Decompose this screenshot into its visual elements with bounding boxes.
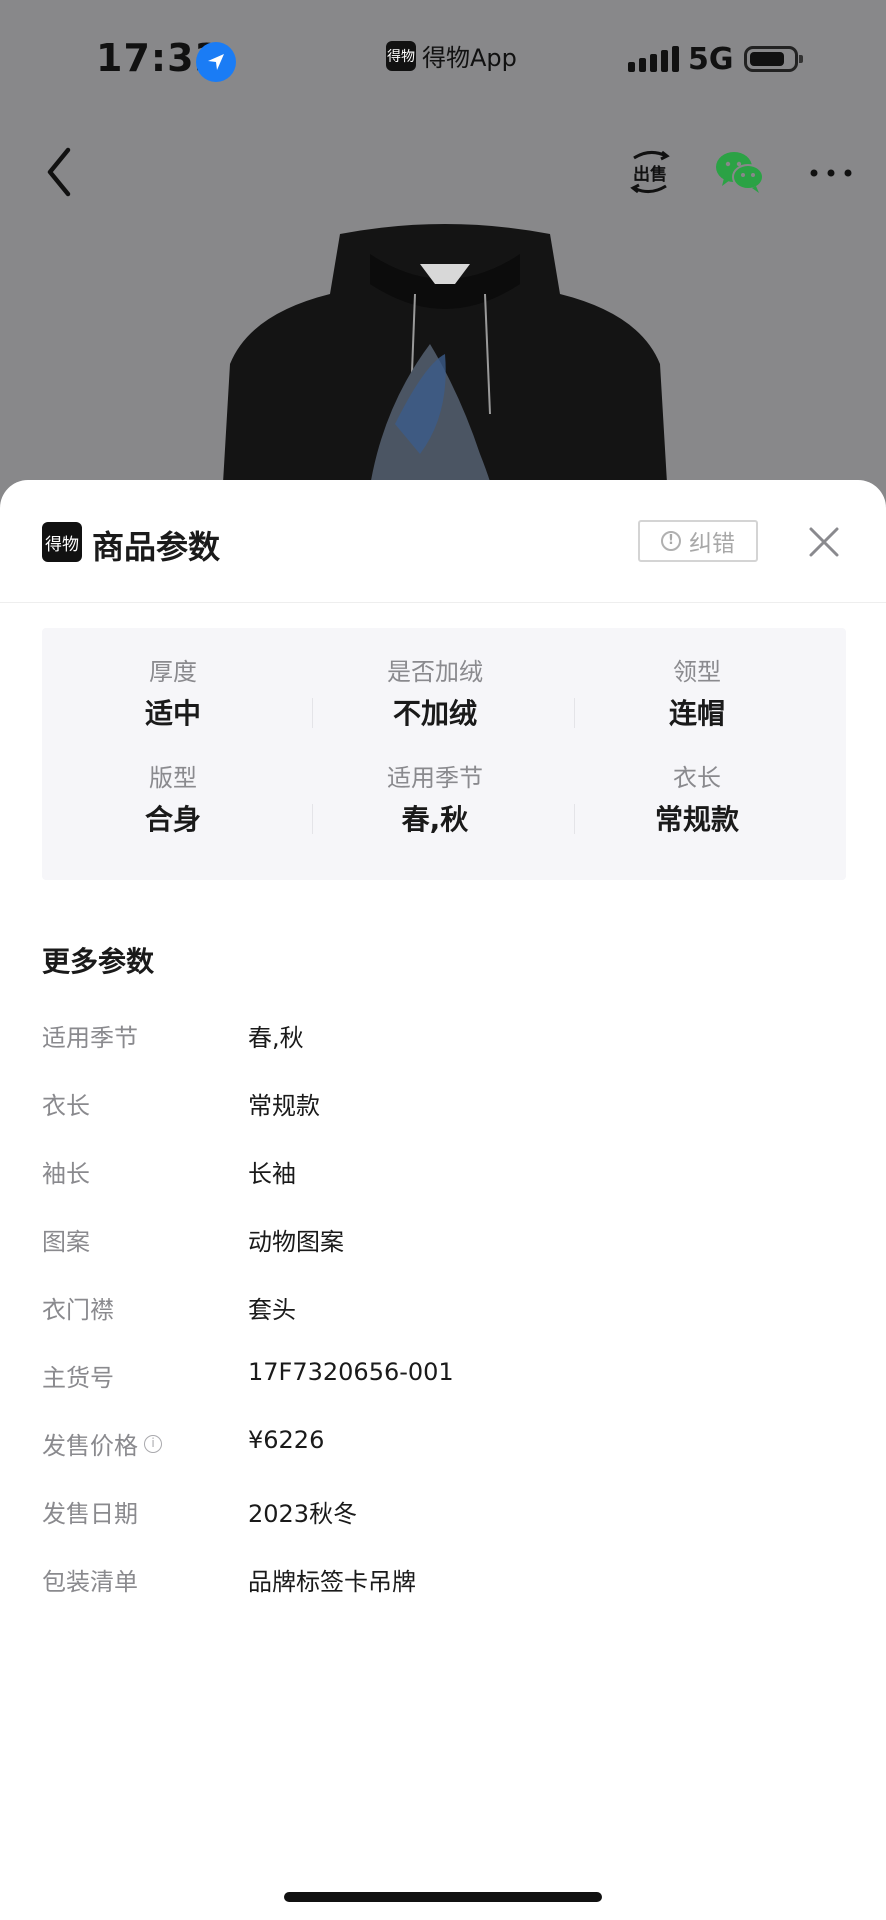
- param-row: 衣长 常规款: [42, 1086, 846, 1126]
- app-logo: 得物: [386, 40, 416, 71]
- key-params-grid: 厚度 适中 是否加绒 不加绒 领型 连帽 版型 合身 适用季节 春,秋 衣长 常…: [42, 628, 846, 880]
- param-label: 厚度: [149, 658, 197, 686]
- param-row: 袖长 长袖: [42, 1154, 846, 1194]
- dewu-logo: 得物: [42, 522, 82, 562]
- wechat-icon[interactable]: [714, 148, 766, 196]
- param-value: 合身: [144, 803, 201, 836]
- location-arrow-icon: [196, 42, 236, 82]
- param-cell: 领型 连帽: [566, 656, 828, 734]
- divider: [574, 804, 575, 834]
- param-row-value: 春,秋: [248, 1024, 304, 1052]
- param-label: 版型: [149, 764, 197, 792]
- param-row-value: 2023秋冬: [248, 1500, 358, 1528]
- product-image-hoodie[interactable]: [220, 224, 670, 520]
- param-label: 衣长: [673, 764, 721, 792]
- param-label: 领型: [673, 658, 721, 686]
- more-params-title: 更多参数: [42, 945, 155, 978]
- sheet-title: 商品参数: [92, 528, 221, 566]
- param-label: 是否加绒: [387, 658, 483, 686]
- param-key: 包装清单: [42, 1568, 138, 1596]
- report-error-button[interactable]: ! 纠错: [638, 520, 758, 562]
- more-icon[interactable]: [808, 158, 854, 188]
- param-row: 衣门襟 套头: [42, 1290, 846, 1330]
- param-cell: 厚度 适中: [42, 656, 304, 734]
- home-indicator[interactable]: [284, 1892, 602, 1902]
- param-row: 发售日期 2023秋冬: [42, 1494, 846, 1534]
- param-key-label: 发售价格: [42, 1432, 138, 1460]
- param-key: 主货号: [42, 1364, 114, 1392]
- param-key: 衣长: [42, 1092, 90, 1120]
- param-row: 适用季节 春,秋: [42, 1018, 846, 1058]
- close-icon[interactable]: [806, 524, 842, 560]
- param-value: 连帽: [668, 697, 725, 730]
- status-bar: 17:33 得物 得物App 5G: [0, 0, 886, 120]
- param-row-value: 17F7320656-001: [248, 1358, 454, 1386]
- param-row: 图案 动物图案: [42, 1222, 846, 1262]
- param-value: 春,秋: [401, 803, 469, 836]
- param-row-value: 动物图案: [248, 1228, 344, 1256]
- divider: [312, 698, 313, 728]
- param-row: 包装清单 品牌标签卡吊牌: [42, 1562, 846, 1602]
- param-row-value: 套头: [248, 1296, 296, 1324]
- param-key: 图案: [42, 1228, 90, 1256]
- sheet-header: 得物 商品参数 ! 纠错: [0, 480, 886, 603]
- param-row-value: ¥6226: [248, 1426, 325, 1454]
- nav-bar: 出售: [0, 130, 886, 210]
- param-value: 不加绒: [392, 697, 477, 730]
- param-row: 主货号 17F7320656-001: [42, 1358, 846, 1398]
- param-row-value: 品牌标签卡吊牌: [248, 1568, 416, 1596]
- param-key-with-info: 发售价格 i: [42, 1426, 162, 1461]
- param-row-value: 常规款: [248, 1092, 320, 1120]
- battery-icon: [744, 46, 803, 72]
- param-value: 常规款: [654, 803, 739, 836]
- param-cell: 适用季节 春,秋: [304, 762, 566, 840]
- sell-icon[interactable]: 出售: [626, 144, 674, 200]
- divider: [312, 804, 313, 834]
- source-app-badge[interactable]: 得物 得物App: [386, 38, 517, 73]
- param-row: 发售价格 i ¥6226: [42, 1426, 846, 1466]
- info-icon[interactable]: i: [144, 1434, 162, 1453]
- param-value: 适中: [144, 697, 201, 730]
- param-cell: 版型 合身: [42, 762, 304, 840]
- param-label: 适用季节: [387, 764, 483, 792]
- param-key: 发售日期: [42, 1500, 138, 1528]
- divider: [574, 698, 575, 728]
- param-key: 适用季节: [42, 1024, 138, 1052]
- param-key: 袖长: [42, 1160, 90, 1188]
- sell-label: 出售: [633, 164, 667, 185]
- param-row-value: 长袖: [248, 1160, 296, 1188]
- signal-icon: [628, 46, 679, 72]
- product-page-background: 17:33 得物 得物App 5G 出售: [0, 0, 886, 520]
- exclamation-icon: !: [661, 531, 681, 551]
- param-cell: 是否加绒 不加绒: [304, 656, 566, 734]
- report-error-label: 纠错: [689, 531, 735, 557]
- param-key: 衣门襟: [42, 1296, 114, 1324]
- network-type: 5G: [688, 42, 734, 77]
- back-icon[interactable]: [40, 142, 80, 202]
- param-cell: 衣长 常规款: [566, 762, 828, 840]
- app-name: 得物App: [422, 44, 517, 72]
- product-params-sheet: 得物 商品参数 ! 纠错 厚度 适中 是否加绒 不加绒 领型 连帽 版型 合身 …: [0, 480, 886, 1920]
